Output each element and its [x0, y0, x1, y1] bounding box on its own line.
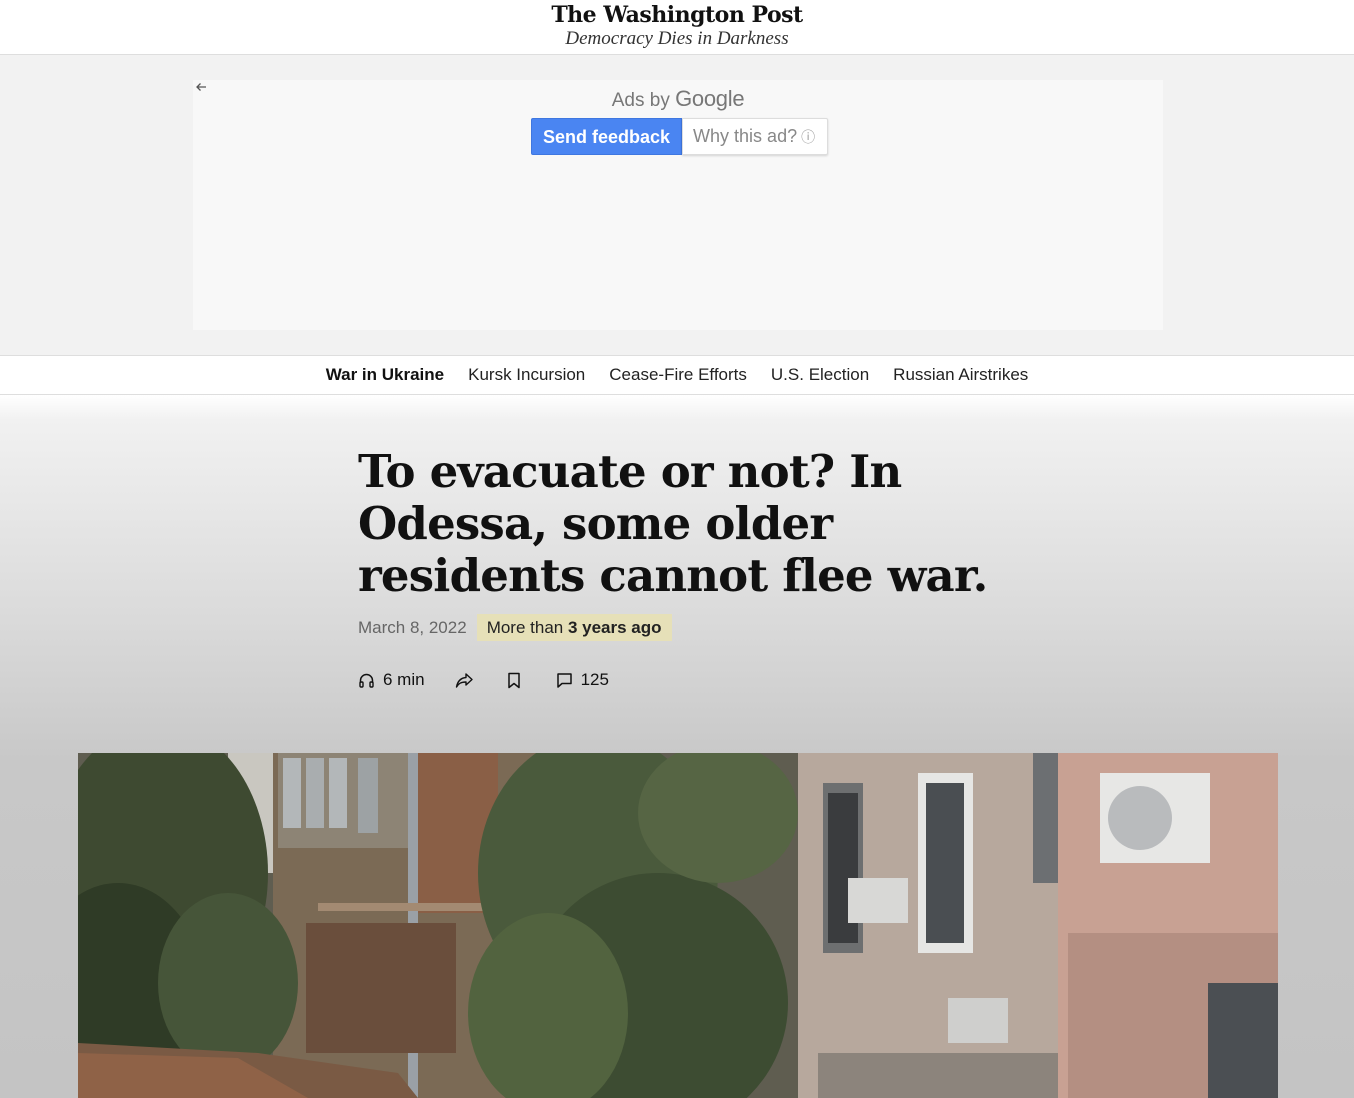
article-meta: March 8, 2022 More than 3 years ago: [358, 614, 672, 641]
nav-item-russian-airstrikes[interactable]: Russian Airstrikes: [893, 365, 1028, 385]
info-icon: ⓘ: [801, 129, 816, 145]
nav-item-war-in-ukraine[interactable]: War in Ukraine: [326, 365, 444, 385]
publish-date: March 8, 2022: [358, 617, 467, 637]
ad-band: Ads by Google Send feedback Why this ad?…: [0, 55, 1354, 355]
age-prefix: More than: [486, 618, 564, 637]
bookmark-icon: [507, 672, 520, 688]
article-age-badge: More than 3 years ago: [476, 614, 672, 641]
comment-icon: [556, 672, 572, 688]
why-this-ad-button[interactable]: Why this ad? ⓘ: [682, 118, 829, 155]
article-actions: 6 min 125: [358, 668, 609, 692]
share-icon: [455, 672, 473, 688]
site-tagline: Democracy Dies in Darkness: [565, 28, 789, 49]
nav-item-us-election[interactable]: U.S. Election: [771, 365, 869, 385]
site-logo[interactable]: The Washington Post: [0, 2, 1354, 28]
nav-item-kursk-incursion[interactable]: Kursk Incursion: [468, 365, 585, 385]
ads-by-label: Ads by: [611, 90, 670, 111]
headphones-icon: [359, 673, 374, 688]
ads-by-google: Ads by Google: [193, 86, 1163, 112]
share-button[interactable]: [455, 672, 474, 689]
masthead: The Washington Post Democracy Dies in Da…: [0, 0, 1354, 55]
hero-image: [78, 753, 1278, 1098]
age-value: 3 years ago: [567, 618, 662, 637]
why-this-ad-label: Why this ad?: [693, 126, 798, 146]
google-logo: Google: [675, 86, 745, 111]
listen-duration: 6 min: [383, 670, 425, 689]
send-feedback-button[interactable]: Send feedback: [531, 118, 683, 155]
nav-item-cease-fire-efforts[interactable]: Cease-Fire Efforts: [609, 365, 747, 385]
article-headline: To evacuate or not? In Odessa, some olde…: [358, 445, 988, 602]
listen-button[interactable]: 6 min: [358, 670, 425, 690]
comment-count: 125: [580, 670, 609, 689]
comments-button[interactable]: 125: [556, 670, 609, 690]
save-button[interactable]: [506, 672, 522, 689]
ad-feedback-buttons: Send feedback Why this ad? ⓘ: [531, 118, 829, 155]
topic-nav: War in Ukraine Kursk Incursion Cease-Fir…: [0, 355, 1354, 395]
ad-container: Ads by Google Send feedback Why this ad?…: [193, 80, 1163, 330]
